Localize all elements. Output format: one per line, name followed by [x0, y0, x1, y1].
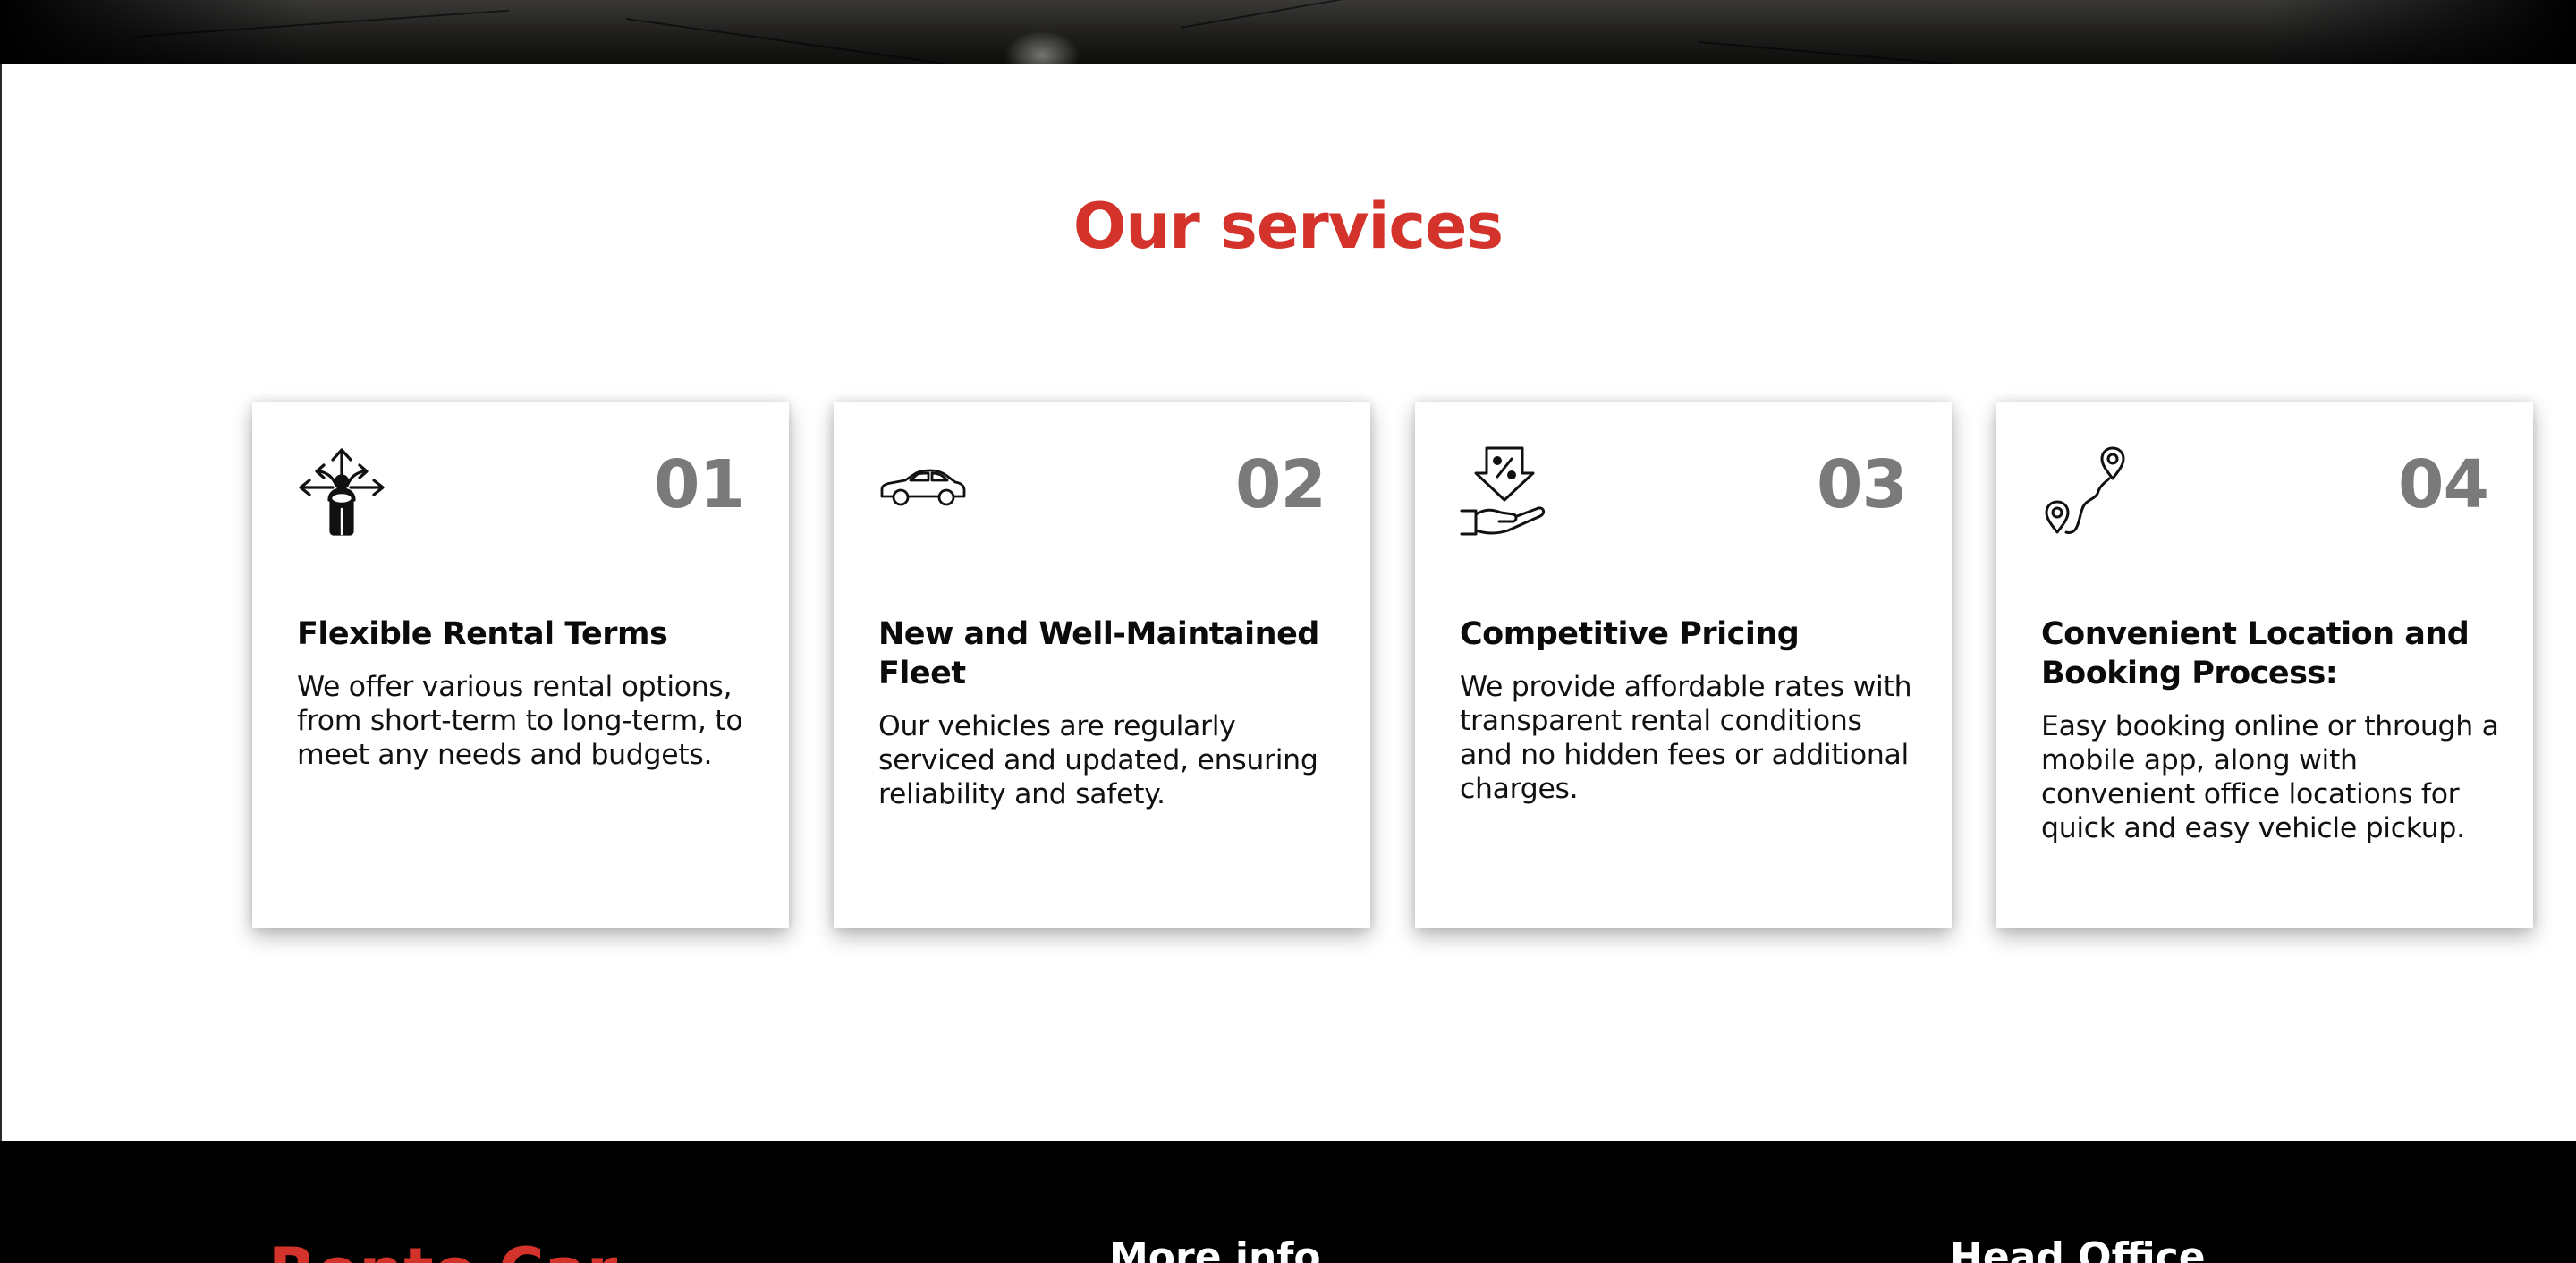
hero-image-strip	[0, 0, 2576, 64]
service-number: 04	[2398, 446, 2489, 523]
service-number: 01	[654, 446, 745, 523]
footer-head-office-heading: Head Office	[1950, 1234, 2206, 1263]
service-title: New and Well-Maintained Fleet	[878, 616, 1319, 691]
car-icon	[878, 446, 968, 536]
route-pins-icon	[2041, 446, 2131, 536]
service-card-flexible-terms: 01 Flexible Rental Terms We offer variou…	[252, 402, 789, 928]
service-card-location: 04 Convenient Location and Booking Proce…	[1996, 402, 2533, 928]
services-title: Our services	[1072, 190, 1504, 263]
service-number: 02	[1235, 446, 1326, 523]
footer-brand-logo[interactable]: Rento Car	[268, 1231, 617, 1263]
site-footer: Rento Car More info Head Office	[0, 1141, 2576, 1263]
service-card-pricing: 03 Competitive Pricing We provide afford…	[1415, 402, 1952, 928]
service-title: Convenient Location and Booking Process:	[2041, 616, 2470, 691]
service-description: We offer various rental options, from sh…	[297, 671, 743, 771]
service-card-fleet: 02 New and Well-Maintained Fleet Our veh…	[834, 402, 1370, 928]
service-title: Flexible Rental Terms	[297, 616, 668, 652]
footer-more-info-heading: More info	[1109, 1234, 1321, 1263]
service-title: Competitive Pricing	[1460, 616, 1800, 652]
directions-arrows-icon	[297, 446, 386, 536]
service-description: Our vehicles are regularly serviced and …	[878, 710, 1318, 810]
service-description: We provide affordable rates with transpa…	[1460, 671, 1912, 805]
service-description: Easy booking online or through a mobile …	[2041, 710, 2499, 844]
discount-hand-icon	[1460, 446, 1549, 536]
service-number: 03	[1817, 446, 1908, 523]
